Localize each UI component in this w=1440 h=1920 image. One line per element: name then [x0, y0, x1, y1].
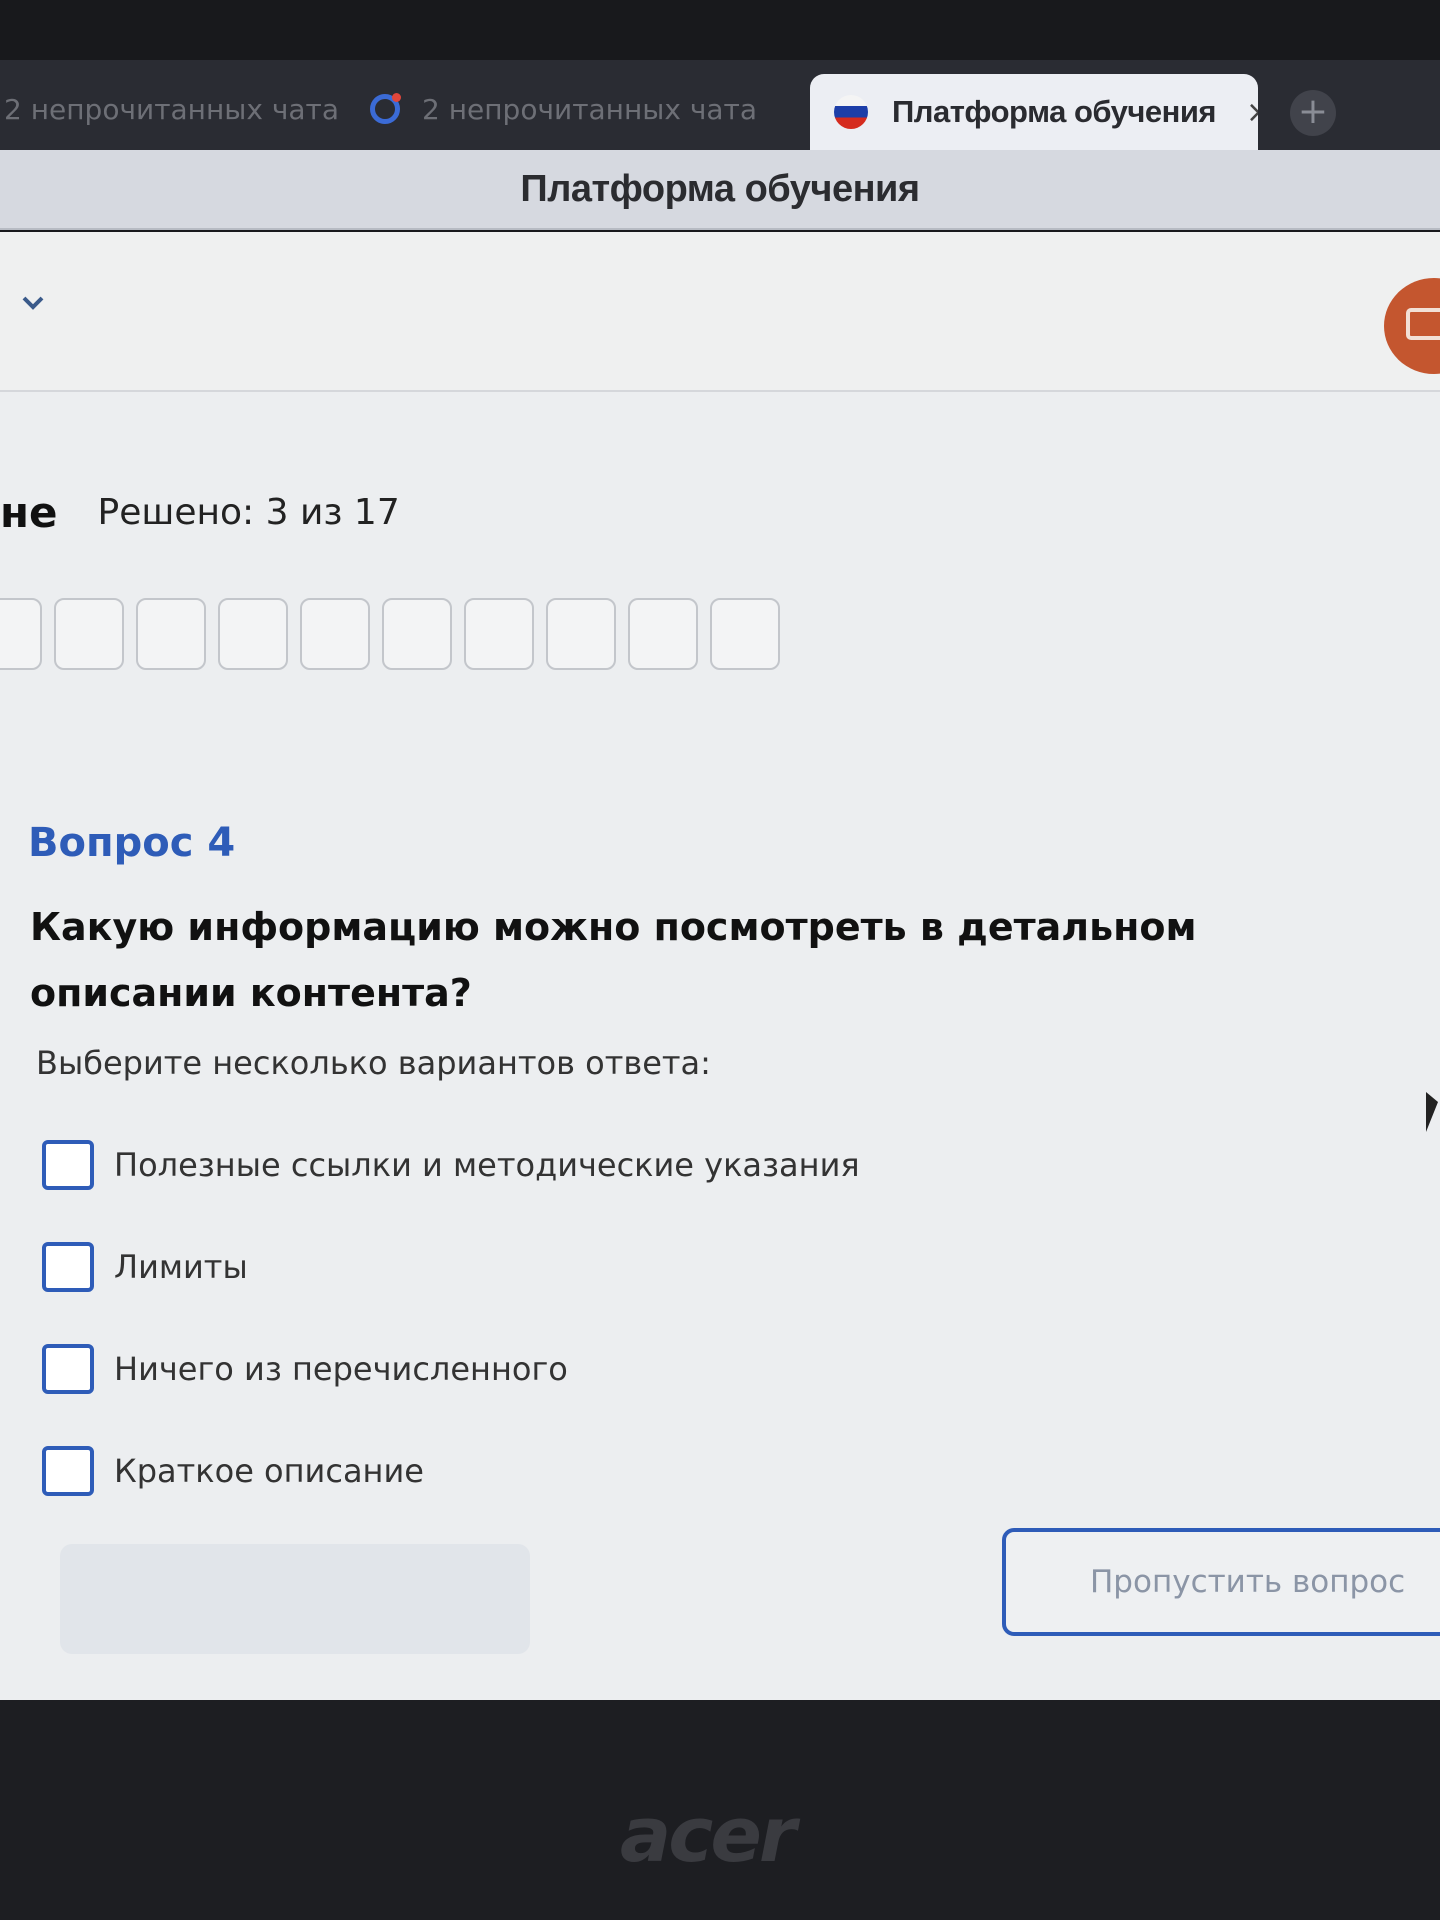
checkbox[interactable]	[42, 1242, 94, 1292]
progress-cell[interactable]	[628, 598, 698, 670]
briefcase-icon	[1406, 308, 1440, 340]
progress-cell[interactable]	[218, 598, 288, 670]
tab-label: 2 непрочитанных чата	[422, 92, 758, 126]
answer-option[interactable]: Полезные ссылки и методические указания	[42, 1140, 860, 1190]
skip-question-button[interactable]: Пропустить вопрос	[1002, 1528, 1440, 1636]
solved-counter: Решено: 3 из 17	[97, 491, 400, 533]
mouse-cursor-icon	[1426, 1092, 1438, 1132]
option-label: Ничего из перечисленного	[114, 1350, 568, 1388]
option-label: Краткое описание	[114, 1452, 424, 1490]
progress-cell[interactable]	[136, 598, 206, 670]
option-label: Полезные ссылки и методические указания	[114, 1146, 860, 1184]
answer-hint: Выберите несколько вариантов ответа:	[36, 1044, 711, 1082]
browser-tab-strip: 2 непрочитанных чата 2 непрочитанных чат…	[0, 60, 1440, 150]
flag-icon	[834, 95, 868, 129]
page-content: не Решено: 3 из 17 Вопрос 4 Какую информ…	[0, 232, 1440, 1700]
new-tab-button[interactable]: +	[1290, 90, 1336, 136]
messenger-icon	[370, 93, 401, 124]
tab-label: Платформа обучения	[892, 94, 1216, 129]
app-header	[0, 232, 1440, 392]
question-number: Вопрос 4	[28, 820, 236, 866]
tab-learning-platform[interactable]: Платформа обучения ×	[810, 74, 1258, 150]
laptop-brand-logo: acer	[620, 1790, 796, 1879]
progress-cell[interactable]	[710, 598, 780, 670]
answer-option[interactable]: Краткое описание	[42, 1446, 424, 1496]
briefcase-button[interactable]	[1384, 278, 1440, 374]
screen: 2 непрочитанных чата 2 непрочитанных чат…	[0, 0, 1440, 1920]
answer-button[interactable]	[60, 1544, 530, 1654]
close-icon[interactable]: ×	[1246, 95, 1258, 130]
progress-cell[interactable]	[300, 598, 370, 670]
checkbox[interactable]	[42, 1140, 94, 1190]
chevron-down-icon[interactable]	[18, 288, 48, 318]
question-progress	[0, 598, 780, 670]
window-title: Платформа обучения	[520, 167, 920, 210]
window-title-bar: Платформа обучения	[0, 150, 1440, 230]
tab-chats-2[interactable]: 2 непрочитанных чата	[370, 68, 790, 150]
status-row: не Решено: 3 из 17	[0, 482, 400, 542]
answer-option[interactable]: Лимиты	[42, 1242, 248, 1292]
tab-label: 2 непрочитанных чата	[4, 92, 340, 126]
progress-cell[interactable]	[382, 598, 452, 670]
checkbox[interactable]	[42, 1446, 94, 1496]
answer-option[interactable]: Ничего из перечисленного	[42, 1344, 568, 1394]
option-label: Лимиты	[114, 1248, 248, 1286]
checkbox[interactable]	[42, 1344, 94, 1394]
progress-cell[interactable]	[0, 598, 42, 670]
question-text: Какую информацию можно посмотреть в дета…	[30, 905, 1197, 1015]
tab-chats-1[interactable]: 2 непрочитанных чата	[0, 68, 360, 150]
progress-cell[interactable]	[464, 598, 534, 670]
progress-cell[interactable]	[546, 598, 616, 670]
section-heading-fragment: не	[0, 487, 58, 537]
progress-cell[interactable]	[54, 598, 124, 670]
